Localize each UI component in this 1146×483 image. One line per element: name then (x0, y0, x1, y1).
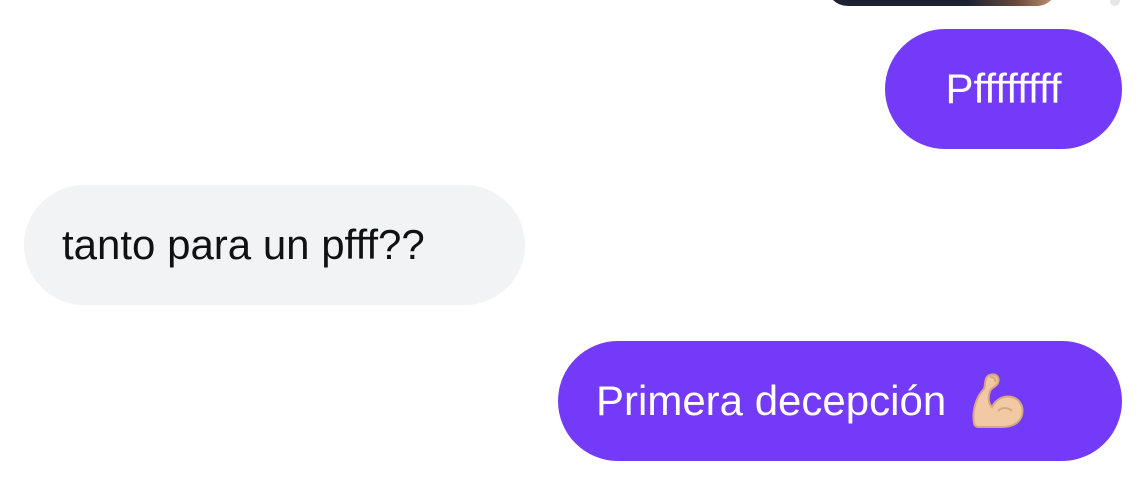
message-text: Pffffffff (945, 65, 1062, 112)
previous-media-attachment[interactable] (826, 0, 1058, 6)
flexed-biceps-icon (968, 371, 1026, 431)
message-text: tanto para un pfff?? (62, 221, 425, 268)
scroll-indicator (1110, 0, 1120, 6)
incoming-message-bubble[interactable]: tanto para un pfff?? (24, 185, 525, 305)
outgoing-message-bubble[interactable]: Primera decepción (558, 341, 1122, 461)
outgoing-message-bubble[interactable]: Pffffffff (885, 29, 1122, 149)
message-text: Primera decepción (596, 377, 947, 424)
media-thumbnail (968, 0, 1058, 6)
